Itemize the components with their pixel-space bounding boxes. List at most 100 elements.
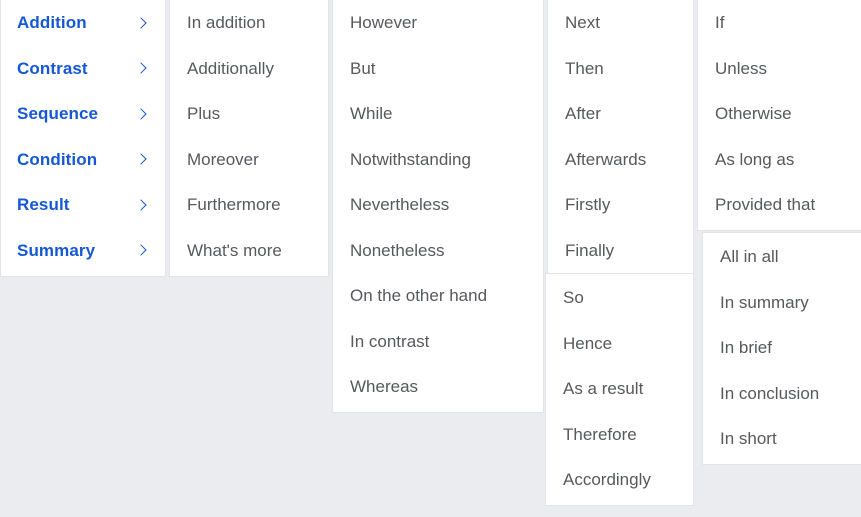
- connective-label: On the other hand: [350, 286, 488, 305]
- connective-item[interactable]: In addition: [170, 6, 328, 40]
- chevron-right-icon: [136, 18, 147, 29]
- connective-item[interactable]: In short: [703, 422, 861, 456]
- connective-item[interactable]: While: [333, 97, 543, 131]
- connective-item[interactable]: Afterwards: [548, 143, 693, 177]
- connective-item[interactable]: Additionally: [170, 52, 328, 86]
- connective-item[interactable]: Provided that: [698, 188, 861, 222]
- connective-item[interactable]: In brief: [703, 331, 861, 365]
- connective-item[interactable]: In conclusion: [703, 377, 861, 411]
- connective-item[interactable]: What's more: [170, 234, 328, 268]
- connective-item[interactable]: Nonetheless: [333, 234, 543, 268]
- connective-item[interactable]: Otherwise: [698, 97, 861, 131]
- connective-label: In summary: [720, 292, 809, 312]
- connective-item[interactable]: As a result: [546, 372, 693, 406]
- connective-item[interactable]: Then: [548, 52, 693, 86]
- connective-label: As a result: [563, 379, 644, 398]
- condition-list: If Unless Otherwise As long as Provided that: [698, 0, 861, 230]
- chevron-right-icon: [136, 109, 147, 120]
- sequence-panel: Next Then After Afterwards Firstly Finally: [547, 0, 694, 277]
- chevron-right-icon: [136, 154, 147, 165]
- cascading-menu: Addition Contrast Sequence Condition Result S…: [0, 0, 861, 517]
- connective-item[interactable]: In summary: [703, 286, 861, 320]
- connective-item[interactable]: Unless: [698, 52, 861, 86]
- connective-label: Otherwise: [715, 104, 792, 123]
- summary-list: All in all In summary In brief In conclusio…: [703, 233, 861, 464]
- connective-label: While: [350, 104, 393, 123]
- connective-label: Next: [565, 13, 600, 32]
- connective-label: Additionally: [187, 58, 274, 78]
- category-item[interactable]: Condition: [1, 143, 165, 177]
- connective-label: In addition: [187, 13, 266, 32]
- connective-item[interactable]: Furthermore: [170, 188, 328, 222]
- category-item[interactable]: Contrast: [1, 52, 165, 86]
- connective-item[interactable]: After: [548, 97, 693, 131]
- connective-item[interactable]: Finally: [548, 234, 693, 268]
- connective-item[interactable]: Next: [548, 6, 693, 40]
- connective-label: All in all: [720, 247, 779, 266]
- connective-label: Provided that: [715, 195, 816, 214]
- category-label: Condition: [17, 149, 98, 169]
- category-item[interactable]: Result: [1, 188, 165, 222]
- connective-label: After: [565, 104, 601, 123]
- connective-label: Therefore: [563, 424, 637, 444]
- connective-label: Whereas: [350, 377, 419, 396]
- connective-label: But: [350, 58, 376, 78]
- connective-label: As long as: [715, 149, 795, 169]
- connective-label: Furthermore: [187, 195, 281, 214]
- connective-item[interactable]: Moreover: [170, 143, 328, 177]
- connective-label: Finally: [565, 240, 615, 260]
- connective-label: In conclusion: [720, 383, 820, 403]
- chevron-right-icon: [136, 63, 147, 74]
- connective-item[interactable]: Firstly: [548, 188, 693, 222]
- connective-label: Moreover: [187, 149, 259, 169]
- connective-item[interactable]: As long as: [698, 143, 861, 177]
- connective-item[interactable]: However: [333, 6, 543, 40]
- connective-label: Plus: [187, 104, 221, 123]
- addition-panel: In addition Additionally Plus Moreover Furth…: [169, 0, 329, 277]
- connective-item[interactable]: Hence: [546, 327, 693, 361]
- connective-label: If: [715, 13, 725, 32]
- connective-item[interactable]: Notwithstanding: [333, 143, 543, 177]
- connective-item[interactable]: Therefore: [546, 418, 693, 452]
- connective-item[interactable]: So: [546, 281, 693, 315]
- category-label: Contrast: [17, 58, 88, 78]
- connective-item[interactable]: But: [333, 52, 543, 86]
- connective-label: Accordingly: [563, 470, 651, 489]
- contrast-panel: However But While Notwithstanding Neverthele…: [332, 0, 544, 413]
- connective-label: However: [350, 13, 418, 32]
- connective-item[interactable]: On the other hand: [333, 279, 543, 313]
- connective-label: Notwithstanding: [350, 149, 471, 169]
- contrast-list: However But While Notwithstanding Neverthele…: [333, 0, 543, 412]
- connective-label: In brief: [720, 338, 772, 357]
- connective-label: In short: [720, 429, 777, 448]
- connective-item[interactable]: Accordingly: [546, 463, 693, 497]
- condition-panel: If Unless Otherwise As long as Provided that: [697, 0, 861, 231]
- chevron-right-icon: [136, 200, 147, 211]
- category-item[interactable]: Addition: [1, 6, 165, 40]
- connective-label: Hence: [563, 333, 613, 353]
- connective-label: Then: [565, 58, 604, 78]
- categories-panel: Addition Contrast Sequence Condition Result S…: [0, 0, 166, 277]
- addition-list: In addition Additionally Plus Moreover Furth…: [170, 0, 328, 276]
- connective-label: Unless: [715, 58, 767, 78]
- result-list: So Hence As a result Therefore Accordingly: [546, 274, 693, 505]
- category-item[interactable]: Summary: [1, 234, 165, 268]
- connective-label: Nevertheless: [350, 195, 450, 214]
- connective-item[interactable]: Whereas: [333, 370, 543, 404]
- connective-label: Afterwards: [565, 149, 647, 169]
- connective-label: So: [563, 288, 584, 307]
- connective-label: Nonetheless: [350, 240, 445, 260]
- connective-item[interactable]: In contrast: [333, 325, 543, 359]
- result-panel: So Hence As a result Therefore Accordingly: [545, 273, 694, 506]
- connective-label: What's more: [187, 240, 282, 260]
- connective-item[interactable]: Nevertheless: [333, 188, 543, 222]
- summary-panel: All in all In summary In brief In conclusio…: [702, 232, 861, 465]
- category-label: Sequence: [17, 104, 99, 123]
- connective-item[interactable]: All in all: [703, 240, 861, 274]
- category-label: Addition: [17, 13, 87, 32]
- category-label: Summary: [17, 240, 96, 260]
- category-label: Result: [17, 195, 70, 214]
- connective-item[interactable]: Plus: [170, 97, 328, 131]
- connective-item[interactable]: If: [698, 6, 861, 40]
- category-item[interactable]: Sequence: [1, 97, 165, 131]
